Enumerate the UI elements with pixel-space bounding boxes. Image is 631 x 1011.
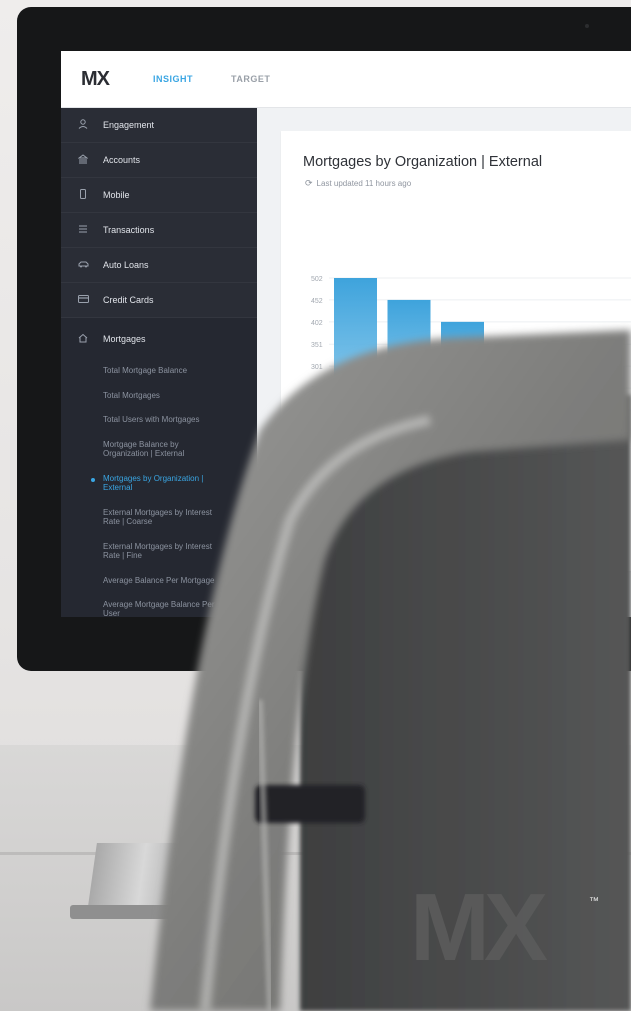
submenu-item-external-mortgages-fine[interactable]: External Mortgages by Interest Rate | Fi… xyxy=(103,542,228,560)
sidebar-item-label: Engagement xyxy=(103,120,155,130)
submenu-item-total-mortgages[interactable]: Total Mortgages xyxy=(103,391,253,400)
top-navigation-bar: MX INSIGHT TARGET xyxy=(61,51,631,108)
sidebar-item-transactions[interactable]: Transactions xyxy=(61,213,257,248)
mx-brand-watermark: MX xyxy=(410,874,548,981)
trademark-symbol: ™ xyxy=(589,896,599,907)
chart-bar[interactable] xyxy=(548,366,591,411)
sidebar-item-mobile[interactable]: Mobile xyxy=(61,178,257,213)
last-updated-text: Last updated 11 hours ago xyxy=(316,179,412,188)
y-tick-label: 452 xyxy=(311,298,323,305)
sidebar-item-auto-loans[interactable]: Auto Loans xyxy=(61,248,257,283)
submenu-item-average-balance-per-mortgage[interactable]: Average Balance Per Mortgage xyxy=(103,576,253,585)
app-screen: MX INSIGHT TARGET Engagement Accounts Mo… xyxy=(61,51,631,617)
chart-bar[interactable] xyxy=(334,278,377,411)
y-tick-label: 201 xyxy=(311,408,323,411)
submenu-item-mortgages-by-organization[interactable]: Mortgages by Organization | External xyxy=(103,474,228,492)
sidebar-item-engagement[interactable]: Engagement xyxy=(61,108,257,143)
chart-bar[interactable] xyxy=(441,321,484,411)
submenu-item-average-mortgage-balance-per-user[interactable]: Average Mortgage Balance Per User xyxy=(103,600,228,617)
tab-target[interactable]: TARGET xyxy=(231,74,270,84)
chart-card: Mortgages by Organization | External ⟳ La… xyxy=(281,131,631,571)
sidebar-item-label: Mobile xyxy=(103,190,130,200)
bank-icon xyxy=(76,153,90,167)
sidebar-item-mortgages[interactable]: Mortgages xyxy=(61,318,257,360)
chart-bar[interactable] xyxy=(494,344,538,411)
active-indicator-dot xyxy=(91,478,95,482)
submenu-item-external-mortgages-coarse[interactable]: External Mortgages by Interest Rate | Co… xyxy=(103,508,228,526)
y-tick-label: 301 xyxy=(311,364,323,371)
refresh-icon[interactable]: ⟳ xyxy=(305,178,313,189)
submenu-item-mortgage-balance-by-organization[interactable]: Mortgage Balance by Organization | Exter… xyxy=(103,440,213,458)
submenu-item-total-mortgage-balance[interactable]: Total Mortgage Balance xyxy=(103,366,253,375)
monitor-stand xyxy=(87,843,207,913)
car-icon xyxy=(76,259,90,272)
chart-title: Mortgages by Organization | External xyxy=(303,154,543,170)
home-icon xyxy=(76,333,90,346)
user-icon xyxy=(76,118,90,132)
y-tick-label: 402 xyxy=(311,320,323,327)
sidebar-item-label: Transactions xyxy=(103,225,155,235)
credit-card-icon xyxy=(76,294,90,307)
sidebar: Engagement Accounts Mobile Transactions … xyxy=(61,108,257,617)
tab-insight[interactable]: INSIGHT xyxy=(153,74,193,84)
bar-chart: 502 452 402 351 301 251 201 xyxy=(311,276,631,411)
sidebar-item-credit-cards[interactable]: Credit Cards xyxy=(61,283,257,318)
mx-logo[interactable]: MX xyxy=(81,68,110,91)
y-tick-label: 251 xyxy=(311,386,323,393)
sidebar-item-accounts[interactable]: Accounts xyxy=(61,143,257,178)
mortgages-submenu: Total Mortgage Balance Total Mortgages T… xyxy=(61,360,257,617)
submenu-item-total-users-with-mortgages[interactable]: Total Users with Mortgages xyxy=(103,415,253,424)
list-icon xyxy=(76,224,90,237)
y-tick-label: 351 xyxy=(311,342,323,349)
y-tick-label: 502 xyxy=(311,276,323,283)
sidebar-item-label: Accounts xyxy=(103,155,141,165)
last-updated: ⟳ Last updated 11 hours ago xyxy=(305,178,411,189)
sidebar-item-label: Auto Loans xyxy=(103,260,149,270)
sidebar-item-label: Mortgages xyxy=(103,334,146,344)
chart-bar[interactable] xyxy=(387,299,431,411)
monitor-camera xyxy=(585,24,589,28)
sidebar-item-label: Credit Cards xyxy=(103,295,154,305)
monitor-stand-base xyxy=(70,905,230,919)
mobile-icon xyxy=(76,188,90,202)
